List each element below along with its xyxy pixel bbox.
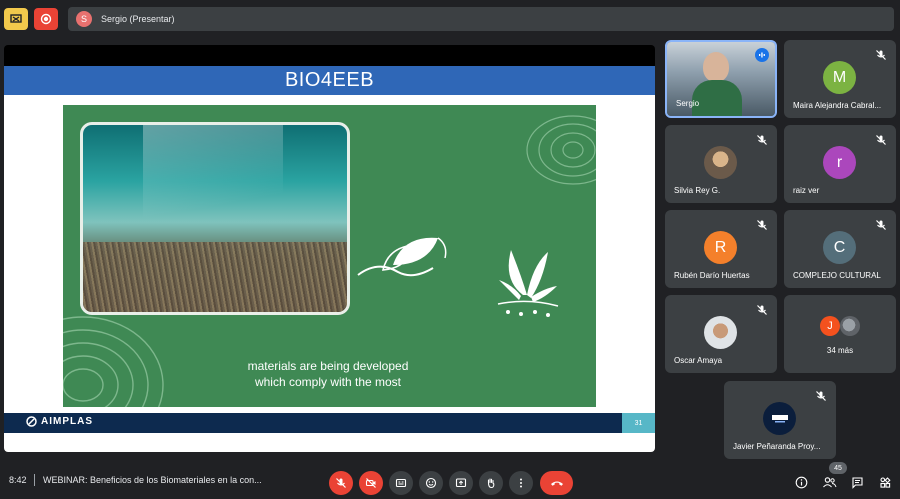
activities-button[interactable] [877, 474, 893, 490]
seaweed-icon [497, 250, 559, 317]
slide-page-number: 31 [622, 413, 655, 433]
avatar-photo [840, 316, 860, 336]
aimplas-logo-text: AIMPLAS [41, 416, 93, 427]
slide: BIO4EEB materials are being developed wh… [4, 66, 655, 452]
participant-count-badge: 45 [829, 462, 847, 474]
participant-tile-silvia[interactable]: Silvia Rey G. [665, 125, 777, 203]
participant-name: Rubén Darío Huertas [674, 271, 750, 280]
person-silhouette [703, 52, 729, 82]
separator [34, 474, 35, 486]
avatar: C [823, 231, 856, 264]
raise-hand-button[interactable] [479, 471, 503, 495]
aimplas-logo: AIMPLAS [26, 416, 93, 427]
mic-off-icon [757, 220, 767, 230]
top-bar: S Sergio (Presentar) [0, 0, 900, 38]
participant-name: Javier Peñaranda Proy... [733, 442, 821, 451]
camera-off-icon [365, 478, 376, 488]
mic-off-icon [757, 305, 767, 315]
captions-icon [395, 478, 407, 488]
info-icon [795, 476, 807, 488]
avatar-photo [704, 146, 737, 179]
more-options-button[interactable] [509, 471, 533, 495]
slide-green-panel: materials are being developed which comp… [63, 105, 596, 407]
slide-caption: materials are being developed which comp… [233, 358, 423, 390]
presenter-label: Sergio (Presentar) [101, 14, 175, 24]
more-participants-tile[interactable]: J 34 más [784, 295, 896, 373]
participant-tile-raiz[interactable]: r raiz ver [784, 125, 896, 203]
mic-off-icon [876, 135, 886, 145]
present-icon [455, 478, 467, 488]
mic-off-icon [876, 220, 886, 230]
participant-name: COMPLEJO CULTURAL [793, 271, 881, 280]
recording-icon[interactable] [34, 8, 58, 30]
clock: 8:42 [9, 475, 27, 485]
end-call-button[interactable] [540, 471, 573, 495]
avatar-logo [763, 402, 796, 435]
slide-footer: AIMPLAS [4, 413, 655, 433]
participant-name: Silvia Rey G. [674, 186, 721, 195]
mic-off-icon [336, 478, 346, 488]
chat-button[interactable] [849, 474, 865, 490]
mic-off-icon [757, 135, 767, 145]
more-options-icon [520, 478, 522, 488]
more-participants-count: 34 más [826, 346, 854, 355]
participant-tile-ruben[interactable]: R Rubén Darío Huertas [665, 210, 777, 288]
presenter-avatar: S [76, 11, 92, 27]
present-button[interactable] [449, 471, 473, 495]
avatar: M [823, 61, 856, 94]
participant-name: raiz ver [793, 186, 820, 195]
emoji-icon [425, 477, 437, 489]
person-body [692, 80, 742, 116]
meeting-title: WEBINAR: Beneficios de los Biomateriales… [43, 475, 262, 485]
camera-toggle-button[interactable] [359, 471, 383, 495]
bottom-bar: 8:42 WEBINAR: Beneficios de los Biomater… [0, 462, 900, 499]
mic-off-icon [876, 50, 886, 60]
chat-icon [851, 476, 863, 489]
raise-hand-icon [487, 478, 495, 489]
seagrass-photo [80, 122, 350, 315]
participant-tile-sergio[interactable]: Sergio [665, 40, 777, 118]
avatar: J [820, 316, 840, 336]
end-call-icon [550, 481, 563, 486]
caption-line: materials are being developed [247, 359, 409, 373]
slide-title: BIO4EEB [4, 66, 655, 95]
avatar: R [704, 231, 737, 264]
speaking-indicator-icon [755, 48, 769, 62]
participant-name: Maira Alejandra Cabral... [793, 101, 882, 110]
aimplas-logo-icon [26, 416, 37, 427]
concentric-rings-icon [63, 316, 164, 407]
captions-button[interactable] [389, 471, 413, 495]
activities-icon [879, 476, 891, 488]
emoji-button[interactable] [419, 471, 443, 495]
avatar-photo [704, 316, 737, 349]
meeting-info-button[interactable] [793, 474, 809, 490]
participant-tile-maira[interactable]: M Maira Alejandra Cabral... [784, 40, 896, 118]
participant-tile-complejo[interactable]: C COMPLEJO CULTURAL [784, 210, 896, 288]
presenter-banner[interactable]: S Sergio (Presentar) [68, 7, 894, 31]
participant-tile-javier[interactable]: Javier Peñaranda Proy... [724, 381, 836, 459]
people-button[interactable] [821, 474, 837, 490]
participant-name: Sergio [676, 99, 700, 108]
people-icon [822, 476, 836, 487]
caption-line: which comply with the most [254, 375, 402, 389]
presentation-stage[interactable]: BIO4EEB materials are being developed wh… [4, 45, 655, 452]
mic-off-icon [816, 391, 826, 401]
mic-toggle-button[interactable] [329, 471, 353, 495]
concentric-rings-icon [526, 115, 596, 185]
participant-tile-oscar[interactable]: Oscar Amaya [665, 295, 777, 373]
avatar: r [823, 146, 856, 179]
screen-share-alert-icon[interactable] [4, 8, 28, 30]
participant-name: Oscar Amaya [674, 356, 723, 365]
leaf-wave-icon [357, 237, 447, 277]
